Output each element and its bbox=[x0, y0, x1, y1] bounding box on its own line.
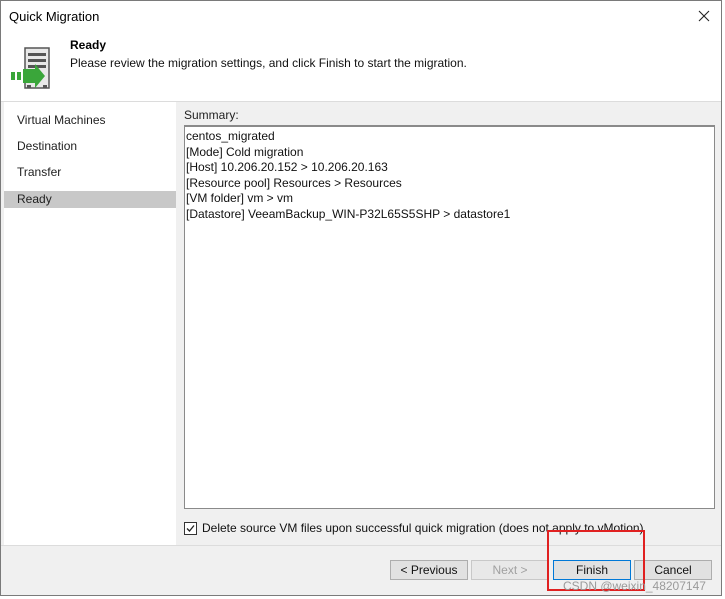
next-button[interactable]: Next > bbox=[471, 560, 549, 580]
summary-line-datastore: [Datastore] VeeamBackup_WIN-P32L65S5SHP … bbox=[186, 206, 511, 221]
footer-divider bbox=[1, 545, 721, 546]
finish-button[interactable]: Finish bbox=[553, 560, 631, 580]
summary-line-resource-pool: [Resource pool] Resources > Resources bbox=[186, 175, 402, 190]
step-title: Ready bbox=[70, 38, 107, 52]
close-icon bbox=[698, 10, 710, 22]
nav-item-ready[interactable]: Ready bbox=[4, 191, 176, 208]
nav-item-virtual-machines[interactable]: Virtual Machines bbox=[4, 112, 176, 129]
wizard-header: Ready Please review the migration settin… bbox=[1, 31, 721, 102]
wizard-steps-nav: Virtual Machines Destination Transfer Re… bbox=[4, 102, 176, 545]
migration-server-icon bbox=[11, 47, 50, 89]
previous-button[interactable]: < Previous bbox=[390, 560, 468, 580]
summary-label: Summary: bbox=[184, 108, 239, 122]
close-button[interactable] bbox=[689, 1, 719, 31]
title-bar: Quick Migration bbox=[1, 1, 721, 31]
delete-source-checkbox[interactable] bbox=[184, 521, 197, 535]
nav-item-destination[interactable]: Destination bbox=[4, 138, 176, 155]
quick-migration-dialog: Quick Migration Ready Please review the … bbox=[0, 0, 722, 596]
window-title: Quick Migration bbox=[9, 9, 100, 24]
step-description: Please review the migration settings, an… bbox=[70, 56, 467, 70]
summary-line-host: [Host] 10.206.20.152 > 10.206.20.163 bbox=[186, 160, 388, 174]
cancel-button[interactable]: Cancel bbox=[634, 560, 712, 580]
checkmark-icon bbox=[186, 524, 195, 532]
delete-source-label: Delete source VM files upon successful q… bbox=[202, 521, 644, 535]
nav-item-transfer[interactable]: Transfer bbox=[4, 164, 176, 181]
summary-line-vm-name: centos_migrated bbox=[186, 129, 275, 143]
delete-source-option[interactable]: Delete source VM files upon successful q… bbox=[184, 520, 644, 536]
summary-line-mode: [Mode] Cold migration bbox=[186, 144, 304, 159]
summary-text-area[interactable]: centos_migrated [Mode] Cold migration [H… bbox=[184, 125, 715, 509]
summary-line-vm-folder: [VM folder] vm > vm bbox=[186, 191, 294, 205]
watermark-text: CSDN @weixin_48207147 bbox=[563, 579, 706, 593]
